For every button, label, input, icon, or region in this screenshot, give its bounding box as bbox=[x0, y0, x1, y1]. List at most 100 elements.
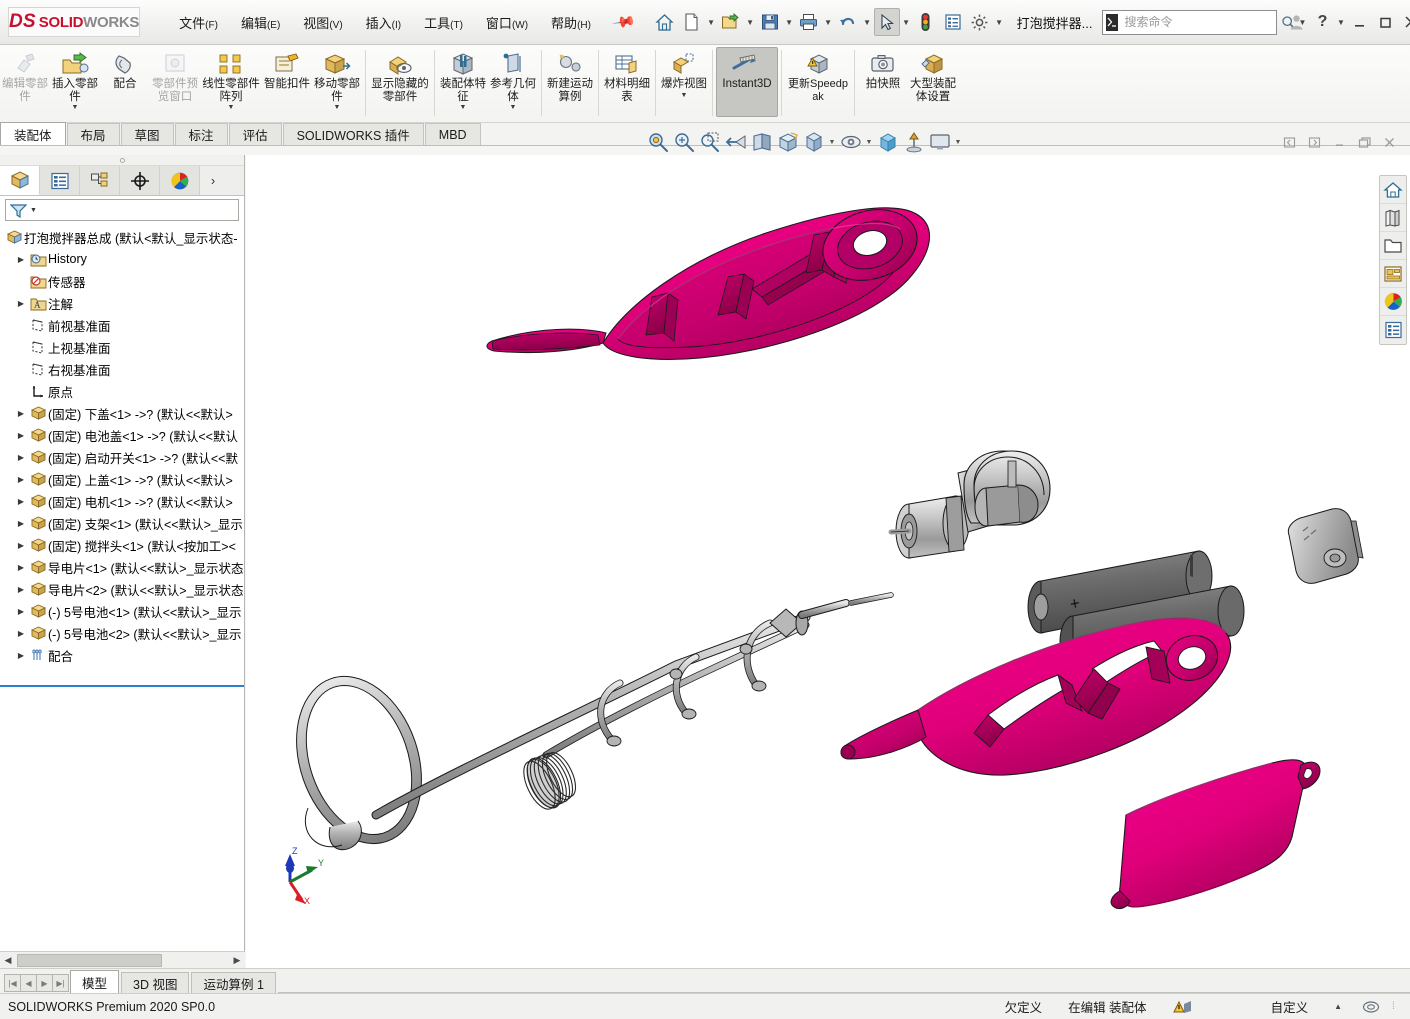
tab-assembly[interactable]: 装配体 bbox=[0, 122, 66, 145]
ribbon-exploded-view-dropdown[interactable]: ▼ bbox=[681, 92, 688, 99]
tab-sketch[interactable]: 草图 bbox=[120, 123, 174, 145]
view-zoom-to-fit[interactable] bbox=[645, 130, 670, 155]
part-bracket[interactable] bbox=[952, 427, 1051, 527]
panel-tab-configuration-manager[interactable] bbox=[80, 166, 120, 195]
ribbon-reference-geometry[interactable]: 参考几何体 ▼ bbox=[488, 47, 538, 117]
status-customize[interactable]: 自定义 bbox=[1271, 997, 1309, 1016]
expand-arrow-icon[interactable]: ▶ bbox=[14, 453, 28, 462]
ribbon-linear-pattern-dropdown[interactable]: ▼ bbox=[228, 104, 235, 111]
scroll-left-arrow-icon[interactable]: ◀ bbox=[0, 955, 16, 966]
expand-arrow-icon[interactable]: ▶ bbox=[14, 585, 28, 594]
new-document-button[interactable] bbox=[679, 8, 705, 36]
task-pane-custom-properties[interactable] bbox=[1380, 316, 1406, 344]
tree-item-start-switch[interactable]: ▶ (固定) 启动开关<1> ->? (默认<<默 bbox=[0, 446, 244, 468]
tab-last-icon[interactable]: ▶| bbox=[52, 974, 69, 992]
ribbon-move-component-dropdown[interactable]: ▼ bbox=[334, 104, 341, 111]
rebuild-status-button[interactable] bbox=[913, 8, 939, 36]
ribbon-smart-fasteners[interactable]: 智能扣件 bbox=[262, 47, 312, 117]
tree-item-upper-cover[interactable]: ▶ (固定) 上盖<1> ->? (默认<<默认> bbox=[0, 468, 244, 490]
ribbon-exploded-view[interactable]: 爆炸视图 ▼ bbox=[659, 47, 709, 117]
expand-arrow-icon[interactable]: ▶ bbox=[14, 519, 28, 528]
tree-item-battery-cover[interactable]: ▶ (固定) 电池盖<1> ->? (默认<<默认 bbox=[0, 424, 244, 446]
expand-arrow-icon[interactable]: ▶ bbox=[14, 563, 28, 572]
menu-help[interactable]: 帮助(H) bbox=[542, 9, 600, 36]
display-list-button[interactable] bbox=[940, 8, 966, 36]
ribbon-reference-geometry-dropdown[interactable]: ▼ bbox=[510, 104, 517, 111]
view-settings[interactable] bbox=[927, 130, 952, 155]
tab-markup[interactable]: 标注 bbox=[174, 123, 228, 145]
ribbon-large-assembly-settings[interactable]: 大型装配体设置 bbox=[908, 47, 958, 117]
tree-item-annotations[interactable]: ▶ A 注解 bbox=[0, 292, 244, 314]
panel-tab-property-manager[interactable] bbox=[40, 166, 80, 195]
maximize-button[interactable] bbox=[1372, 8, 1398, 36]
expand-arrow-icon[interactable]: ▶ bbox=[14, 409, 28, 418]
view-display-style[interactable] bbox=[801, 130, 826, 155]
ribbon-insert-component[interactable]: 插入零部件 ▼ bbox=[50, 47, 100, 117]
tree-item-motor[interactable]: ▶ (固定) 电机<1> ->? (默认<<默认> bbox=[0, 490, 244, 512]
scroll-right-arrow-icon[interactable]: ▶ bbox=[229, 955, 245, 966]
minimize-button[interactable] bbox=[1346, 8, 1372, 36]
view-scene[interactable] bbox=[901, 130, 926, 155]
part-battery-cover[interactable] bbox=[1110, 759, 1321, 910]
tree-item-right-plane[interactable]: 右视基准面 bbox=[0, 358, 244, 380]
doc-close-button[interactable] bbox=[1377, 131, 1402, 153]
ribbon-linear-pattern[interactable]: 线性零部件阵列 ▼ bbox=[200, 47, 262, 117]
part-conductive-plate-2[interactable] bbox=[1287, 508, 1364, 584]
menu-edit[interactable]: 编辑(E) bbox=[232, 9, 289, 36]
search-commands-box[interactable]: ▼ bbox=[1102, 9, 1306, 35]
tab-solidworks-addins[interactable]: SOLIDWORKS 插件 bbox=[282, 123, 424, 145]
ribbon-update-speedpak[interactable]: 更新Speedpak bbox=[785, 47, 851, 117]
doc-tile-right-button[interactable] bbox=[1302, 131, 1327, 153]
tab-evaluate[interactable]: 评估 bbox=[228, 123, 282, 145]
ribbon-bom[interactable]: 材料明细表 bbox=[602, 47, 652, 117]
view-previous[interactable] bbox=[723, 130, 748, 155]
ribbon-assembly-features-dropdown[interactable]: ▼ bbox=[460, 104, 467, 111]
new-document-dropdown[interactable]: ▼ bbox=[706, 8, 717, 36]
panel-tab-dimxpert-manager[interactable] bbox=[120, 166, 160, 195]
ribbon-move-component[interactable]: 移动零部件 ▼ bbox=[312, 47, 362, 117]
select-dropdown[interactable]: ▼ bbox=[901, 8, 912, 36]
status-customize-caret-icon[interactable]: ▲ bbox=[1334, 1002, 1342, 1011]
close-button[interactable] bbox=[1398, 8, 1410, 36]
help-dropdown-button[interactable]: ▼ bbox=[1335, 8, 1346, 36]
ribbon-component-preview[interactable]: 零部件预览窗口 bbox=[150, 47, 200, 117]
bottom-tab-3d-views[interactable]: 3D 视图 bbox=[121, 972, 190, 993]
print-button[interactable] bbox=[796, 8, 822, 36]
ribbon-edit-component[interactable]: 编辑零部件 bbox=[0, 47, 50, 117]
undo-button[interactable] bbox=[835, 8, 861, 36]
view-orientation[interactable] bbox=[775, 130, 800, 155]
undo-dropdown[interactable]: ▼ bbox=[862, 8, 873, 36]
menu-insert[interactable]: 插入(I) bbox=[357, 9, 410, 36]
tree-item-aa-battery-2[interactable]: ▶ (-) 5号电池<2> (默认<<默认>_显示 bbox=[0, 622, 244, 644]
part-mixing-head[interactable] bbox=[275, 592, 894, 861]
task-pane-file-explorer[interactable] bbox=[1380, 232, 1406, 260]
tree-item-front-plane[interactable]: 前视基准面 bbox=[0, 314, 244, 336]
tab-prev-icon[interactable]: ◀ bbox=[20, 974, 37, 992]
menu-tools[interactable]: 工具(T) bbox=[415, 9, 472, 36]
ribbon-take-snapshot[interactable]: 拍快照 bbox=[858, 47, 908, 117]
options-button[interactable] bbox=[967, 8, 993, 36]
ribbon-show-hidden-components[interactable]: 显示隐藏的零部件 bbox=[369, 47, 431, 117]
view-zoom-to-area[interactable] bbox=[671, 130, 696, 155]
expand-arrow-icon[interactable]: ▶ bbox=[14, 629, 28, 638]
pin-icon[interactable]: 📌 bbox=[611, 9, 637, 35]
select-button[interactable] bbox=[873, 8, 900, 36]
task-pane-appearances-scenes[interactable] bbox=[1380, 288, 1406, 316]
task-pane-view-palette[interactable] bbox=[1380, 260, 1406, 288]
open-document-dropdown[interactable]: ▼ bbox=[745, 8, 756, 36]
tree-item-conductive-plate-1[interactable]: ▶ 导电片<1> (默认<<默认>_显示状态 bbox=[0, 556, 244, 578]
feature-tree-horizontal-scrollbar[interactable]: ◀ ▶ bbox=[0, 951, 245, 968]
view-display-style-dropdown[interactable]: ▼ bbox=[827, 130, 837, 155]
part-upper-cover[interactable] bbox=[486, 199, 940, 360]
view-hide-show-items[interactable] bbox=[838, 130, 863, 155]
expand-arrow-icon[interactable]: ▶ bbox=[14, 651, 28, 660]
print-dropdown[interactable]: ▼ bbox=[823, 8, 834, 36]
graphics-viewport[interactable]: + 碱性电池 bbox=[246, 155, 1410, 968]
panel-tab-display-manager[interactable] bbox=[160, 166, 200, 195]
panel-tab-feature-manager[interactable] bbox=[0, 166, 40, 195]
ribbon-mate[interactable]: 配合 bbox=[100, 47, 150, 117]
panel-splitter-grip[interactable] bbox=[0, 155, 244, 166]
help-button[interactable]: ? bbox=[1309, 8, 1335, 36]
status-overlay-icon[interactable] bbox=[1362, 999, 1380, 1015]
home-button[interactable] bbox=[652, 8, 678, 36]
